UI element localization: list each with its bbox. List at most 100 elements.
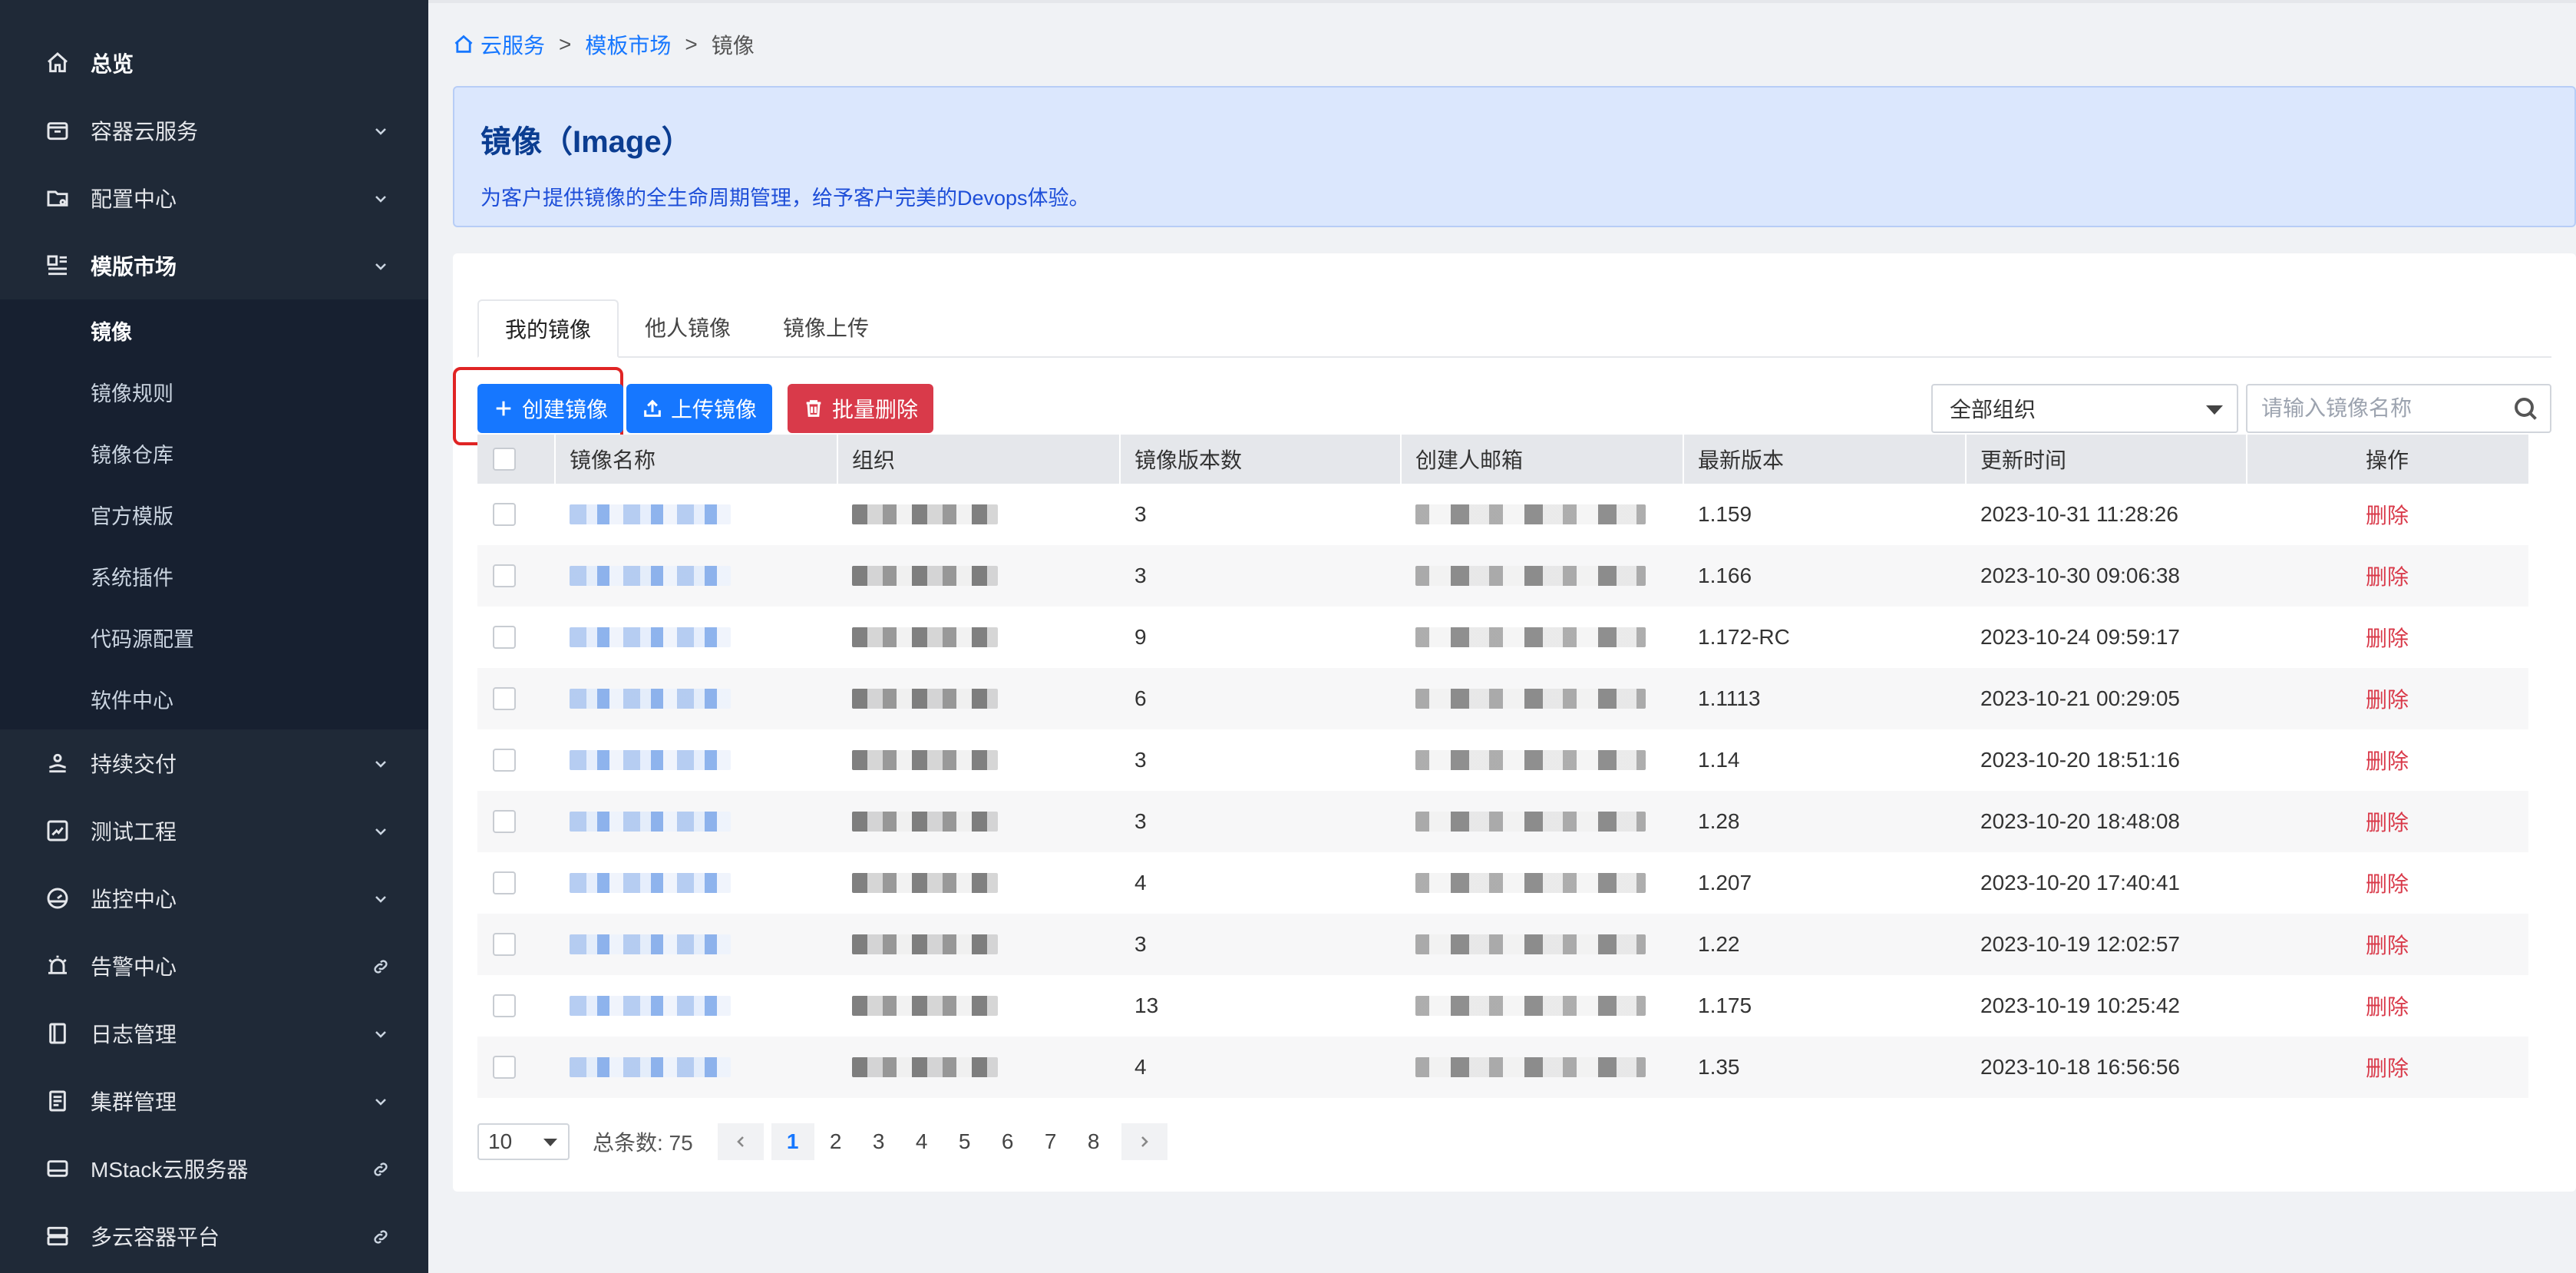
sidebar-item-mstack-server[interactable]: MStack云服务器 (0, 1135, 428, 1202)
sidebar-item-cluster-management[interactable]: 集群管理 (0, 1067, 428, 1135)
image-name-cell[interactable] (554, 484, 837, 545)
image-name-cell[interactable] (554, 975, 837, 1037)
sidebar-item-template-market[interactable]: 模版市场 (0, 232, 428, 299)
sidebar-item-multicloud-container[interactable]: 多云容器平台 (0, 1202, 428, 1270)
prev-page-button[interactable] (717, 1123, 764, 1160)
sidebar-item-test-engineering[interactable]: 测试工程 (0, 797, 428, 865)
versions-cell: 4 (1134, 871, 1147, 894)
image-search-input[interactable] (2246, 384, 2551, 433)
updated-time-cell: 2023-10-20 18:48:08 (1980, 809, 2180, 833)
breadcrumb-template-market[interactable]: 模板市场 (585, 29, 671, 60)
row-checkbox[interactable] (493, 749, 516, 772)
image-name-cell[interactable] (554, 729, 837, 791)
row-checkbox[interactable] (493, 564, 516, 587)
page-number-6[interactable]: 6 (986, 1123, 1029, 1160)
image-name-cell[interactable] (554, 545, 837, 607)
page-number-7[interactable]: 7 (1029, 1123, 1072, 1160)
sidebar-item-label: 配置中心 (91, 187, 177, 211)
organization-select[interactable]: 全部组织 (1931, 384, 2238, 433)
sidebar-item-continuous-delivery[interactable]: 持续交付 (0, 729, 428, 797)
delete-link[interactable]: 删除 (2366, 560, 2409, 591)
select-all-checkbox[interactable] (493, 448, 516, 471)
page-size-select[interactable]: 10 (477, 1123, 570, 1160)
container-icon (45, 117, 71, 144)
home-icon[interactable] (453, 34, 474, 55)
row-checkbox[interactable] (493, 626, 516, 649)
page-number-2[interactable]: 2 (814, 1123, 857, 1160)
tab-image-upload[interactable]: 镜像上传 (757, 298, 895, 356)
delete-link[interactable]: 删除 (2366, 1052, 2409, 1083)
versions-cell: 3 (1134, 809, 1147, 833)
toolbar: 创建镜像 上传镜像 批量删除 全部组织 (453, 361, 2551, 445)
sidebar-subitem-software-center[interactable]: 软件中心 (0, 668, 428, 729)
redacted-org (852, 566, 998, 586)
image-name-cell[interactable] (554, 607, 837, 668)
page-number-8[interactable]: 8 (1072, 1123, 1115, 1160)
row-checkbox[interactable] (493, 871, 516, 894)
delete-link[interactable]: 删除 (2366, 990, 2409, 1021)
sidebar-item-config-center[interactable]: 配置中心 (0, 164, 428, 232)
next-page-button[interactable] (1121, 1123, 1167, 1160)
row-checkbox[interactable] (493, 687, 516, 710)
tab-others-images[interactable]: 他人镜像 (619, 298, 757, 356)
email-cell (1400, 668, 1683, 729)
column-header-latest: 最新版本 (1683, 435, 1965, 484)
image-name-cell[interactable] (554, 1037, 837, 1098)
sidebar-subitem-image-repository[interactable]: 镜像仓库 (0, 422, 428, 484)
image-name-cell[interactable] (554, 791, 837, 852)
sidebar-item-monitor-center[interactable]: 监控中心 (0, 865, 428, 932)
tab-my-images[interactable]: 我的镜像 (477, 299, 619, 358)
sidebar-item-overview[interactable]: 总览 (0, 29, 428, 97)
page-number-5[interactable]: 5 (943, 1123, 986, 1160)
redacted-image-name (570, 996, 731, 1016)
row-checkbox[interactable] (493, 994, 516, 1017)
sidebar-subitem-image[interactable]: 镜像 (0, 299, 428, 361)
redacted-email (1415, 504, 1646, 524)
column-header-name: 镜像名称 (554, 435, 837, 484)
create-image-button[interactable]: 创建镜像 (477, 384, 624, 433)
sidebar-item-label: 模版市场 (91, 255, 177, 279)
sidebar-subitem-official-templates[interactable]: 官方模版 (0, 484, 428, 545)
org-cell (837, 668, 1119, 729)
sidebar: 总览 容器云服务 配置中心 模版市场 镜像 镜像规则 镜像仓库 官方模版 系统插… (0, 0, 428, 1273)
batch-delete-button[interactable]: 批量删除 (788, 384, 934, 433)
link-icon (372, 1159, 390, 1178)
delete-link[interactable]: 删除 (2366, 868, 2409, 898)
delete-link[interactable]: 删除 (2366, 929, 2409, 960)
delete-link[interactable]: 删除 (2366, 683, 2409, 714)
sidebar-subitem-image-rules[interactable]: 镜像规则 (0, 361, 428, 422)
delete-link[interactable]: 删除 (2366, 806, 2409, 837)
delete-link[interactable]: 删除 (2366, 622, 2409, 653)
sidebar-item-container-cloud[interactable]: 容器云服务 (0, 97, 428, 164)
row-checkbox[interactable] (493, 933, 516, 956)
page-number-4[interactable]: 4 (900, 1123, 943, 1160)
redacted-image-name (570, 689, 731, 709)
table-row: 4 1.207 2023-10-20 17:40:41 删除 (477, 852, 2528, 914)
action-cell: 删除 (2246, 729, 2528, 791)
sidebar-item-log-management[interactable]: 日志管理 (0, 1000, 428, 1067)
sidebar-item-alarm-center[interactable]: 告警中心 (0, 932, 428, 1000)
org-cell (837, 607, 1119, 668)
org-cell (837, 791, 1119, 852)
redacted-image-name (570, 1057, 731, 1077)
search-icon[interactable] (2512, 395, 2539, 422)
row-checkbox[interactable] (493, 810, 516, 833)
row-checkbox[interactable] (493, 1056, 516, 1079)
upload-image-button[interactable]: 上传镜像 (626, 384, 773, 433)
page-number-3[interactable]: 3 (857, 1123, 900, 1160)
row-checkbox[interactable] (493, 503, 516, 526)
image-name-cell[interactable] (554, 852, 837, 914)
page-number-1[interactable]: 1 (771, 1123, 814, 1160)
delete-link[interactable]: 删除 (2366, 745, 2409, 775)
breadcrumb-cloud-service[interactable]: 云服务 (481, 29, 545, 60)
image-name-cell[interactable] (554, 668, 837, 729)
table-row: 3 1.28 2023-10-20 18:48:08 删除 (477, 791, 2528, 852)
image-name-cell[interactable] (554, 914, 837, 975)
delete-link[interactable]: 删除 (2366, 499, 2409, 530)
column-header-org: 组织 (837, 435, 1119, 484)
action-cell: 删除 (2246, 668, 2528, 729)
sidebar-subitem-code-source-config[interactable]: 代码源配置 (0, 607, 428, 668)
organization-select-value: 全部组织 (1950, 398, 2036, 422)
sidebar-item-label: 总览 (91, 52, 134, 76)
sidebar-subitem-system-plugins[interactable]: 系统插件 (0, 545, 428, 607)
